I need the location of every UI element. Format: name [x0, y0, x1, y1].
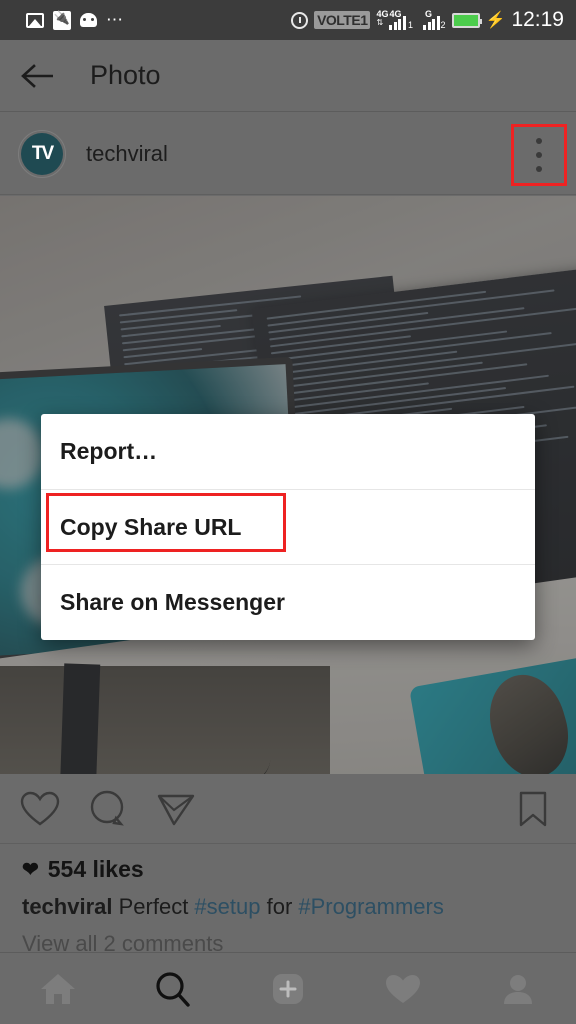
- status-bar-left-icons: ⋯: [26, 10, 124, 30]
- sim2-network-type: G: [425, 9, 433, 19]
- sim1-signal-icon: 4G 4G ⇅ 1: [376, 9, 413, 30]
- image-icon: [26, 12, 44, 28]
- dialog-item-share-on-messenger[interactable]: Share on Messenger: [41, 565, 535, 640]
- bookmark-outline-icon[interactable]: [516, 790, 550, 828]
- usb-icon: [53, 10, 71, 30]
- options-dialog: Report… Copy Share URL Share on Messenge…: [41, 414, 535, 640]
- dialog-item-share-on-messenger-label: Share on Messenger: [60, 589, 285, 616]
- sim1-data-type: 4G: [389, 9, 402, 19]
- post-header: TV techviral: [0, 113, 576, 195]
- data-arrows-icon: ⇅: [376, 18, 384, 27]
- heart-filled-icon: ❤: [22, 859, 39, 881]
- app-bar: Photo: [0, 40, 576, 112]
- caption-hashtag-setup[interactable]: #setup: [194, 894, 260, 919]
- caption-hashtag-programmers[interactable]: #Programmers: [298, 894, 443, 919]
- charging-bolt-icon: ⚡: [485, 12, 506, 29]
- comment-bubble-icon[interactable]: [88, 790, 128, 828]
- nav-profile[interactable]: [488, 971, 548, 1007]
- avatar-image: TV: [21, 132, 63, 175]
- heart-outline-icon[interactable]: [20, 790, 60, 828]
- status-bar-right-icons: VOLTE1 4G 4G ⇅ 1 G 2 ⚡ 12:19: [291, 8, 564, 32]
- alarm-icon: [291, 11, 309, 29]
- dialog-item-copy-share-url[interactable]: Copy Share URL: [41, 490, 535, 565]
- phone-screen: ⋯ VOLTE1 4G 4G ⇅ 1 G 2 ⚡ 12:19: [0, 0, 576, 1024]
- sim2-index: 2: [440, 20, 446, 30]
- dialog-item-report-label: Report…: [60, 437, 158, 464]
- post-caption: techviral Perfect #setup for #Programmer…: [22, 893, 554, 921]
- nav-activity[interactable]: [373, 971, 433, 1007]
- sim2-signal-icon: G 2: [423, 9, 446, 30]
- caption-username[interactable]: techviral: [22, 894, 113, 919]
- overflow-menu-icon[interactable]: [511, 124, 567, 186]
- avatar[interactable]: TV: [18, 129, 66, 178]
- avatar-initials: TV: [31, 142, 54, 164]
- post-username[interactable]: techviral: [86, 141, 168, 167]
- nav-add[interactable]: [258, 970, 318, 1008]
- likes-count: 554 likes: [47, 856, 144, 882]
- nav-search[interactable]: [143, 970, 203, 1008]
- post-meta: ❤ 554 likes techviral Perfect #setup for…: [0, 850, 576, 957]
- likes-row[interactable]: ❤ 554 likes: [22, 856, 554, 883]
- dialog-item-copy-share-url-label: Copy Share URL: [60, 513, 242, 540]
- bottom-navigation: [0, 952, 576, 1024]
- more-icons-indicator: ⋯: [106, 10, 124, 29]
- page-title: Photo: [90, 60, 161, 90]
- status-bar: ⋯ VOLTE1 4G 4G ⇅ 1 G 2 ⚡ 12:19: [0, 0, 576, 40]
- sim1-index: 1: [407, 20, 413, 30]
- nav-home[interactable]: [28, 971, 88, 1007]
- back-arrow-icon[interactable]: [8, 63, 68, 89]
- post-action-bar: [0, 774, 576, 844]
- android-icon: [80, 13, 97, 27]
- dialog-item-report[interactable]: Report…: [41, 414, 535, 489]
- volte-badge: VOLTE1: [314, 11, 371, 29]
- battery-icon: [451, 12, 482, 28]
- paper-plane-icon[interactable]: [156, 790, 196, 828]
- status-bar-clock: 12:19: [511, 8, 564, 31]
- caption-text-2: for: [260, 894, 299, 919]
- caption-text-1: Perfect: [112, 894, 195, 919]
